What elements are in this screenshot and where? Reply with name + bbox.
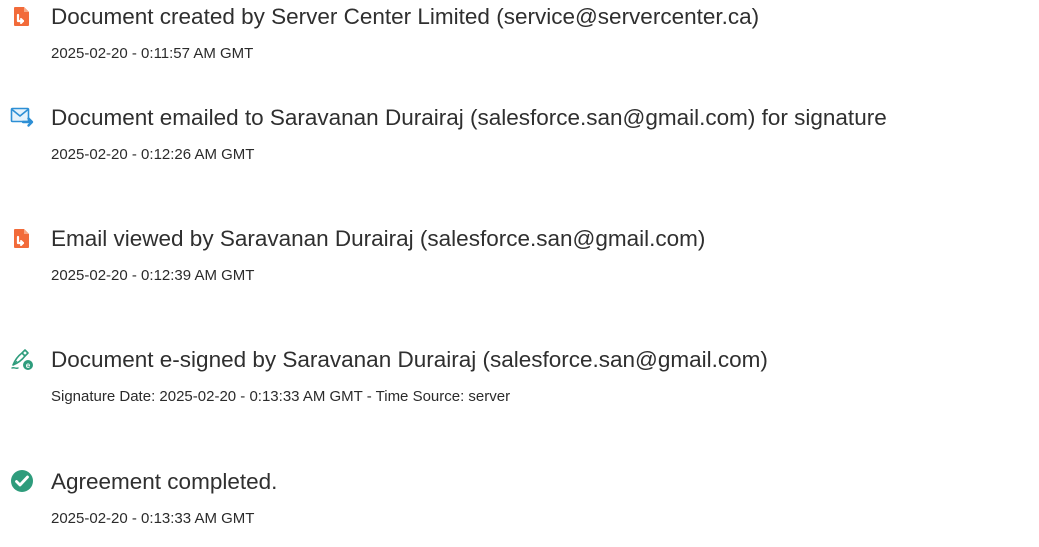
event-timestamp: 2025-02-20 - 0:12:26 AM GMT	[51, 146, 255, 163]
audit-event-created: Document created by Server Center Limite…	[0, 2, 1039, 82]
event-title: Document emailed to Saravanan Durairaj (…	[51, 105, 887, 130]
audit-event-viewed: Email viewed by Saravanan Durairaj (sale…	[0, 224, 1039, 304]
audit-event-esigned: e Document e-signed by Saravanan Duraira…	[0, 345, 1039, 425]
audit-event-completed: Agreement completed. 2025-02-20 - 0:13:3…	[0, 467, 1039, 547]
svg-text:e: e	[26, 361, 31, 370]
document-orange-icon	[10, 226, 34, 250]
check-circle-icon	[10, 469, 34, 493]
event-title: Email viewed by Saravanan Durairaj (sale…	[51, 226, 706, 251]
event-timestamp: 2025-02-20 - 0:12:39 AM GMT	[51, 267, 255, 284]
esign-pen-icon: e	[10, 347, 34, 371]
event-title: Agreement completed.	[51, 469, 278, 494]
event-timestamp: Signature Date: 2025-02-20 - 0:13:33 AM …	[51, 388, 511, 405]
event-title: Document created by Server Center Limite…	[51, 4, 760, 29]
audit-event-emailed: Document emailed to Saravanan Durairaj (…	[0, 103, 1039, 183]
event-timestamp: 2025-02-20 - 0:11:57 AM GMT	[51, 45, 254, 62]
email-sent-icon	[10, 105, 34, 129]
document-orange-icon	[10, 4, 34, 28]
event-timestamp: 2025-02-20 - 0:13:33 AM GMT	[51, 510, 255, 527]
event-title: Document e-signed by Saravanan Durairaj …	[51, 347, 768, 372]
